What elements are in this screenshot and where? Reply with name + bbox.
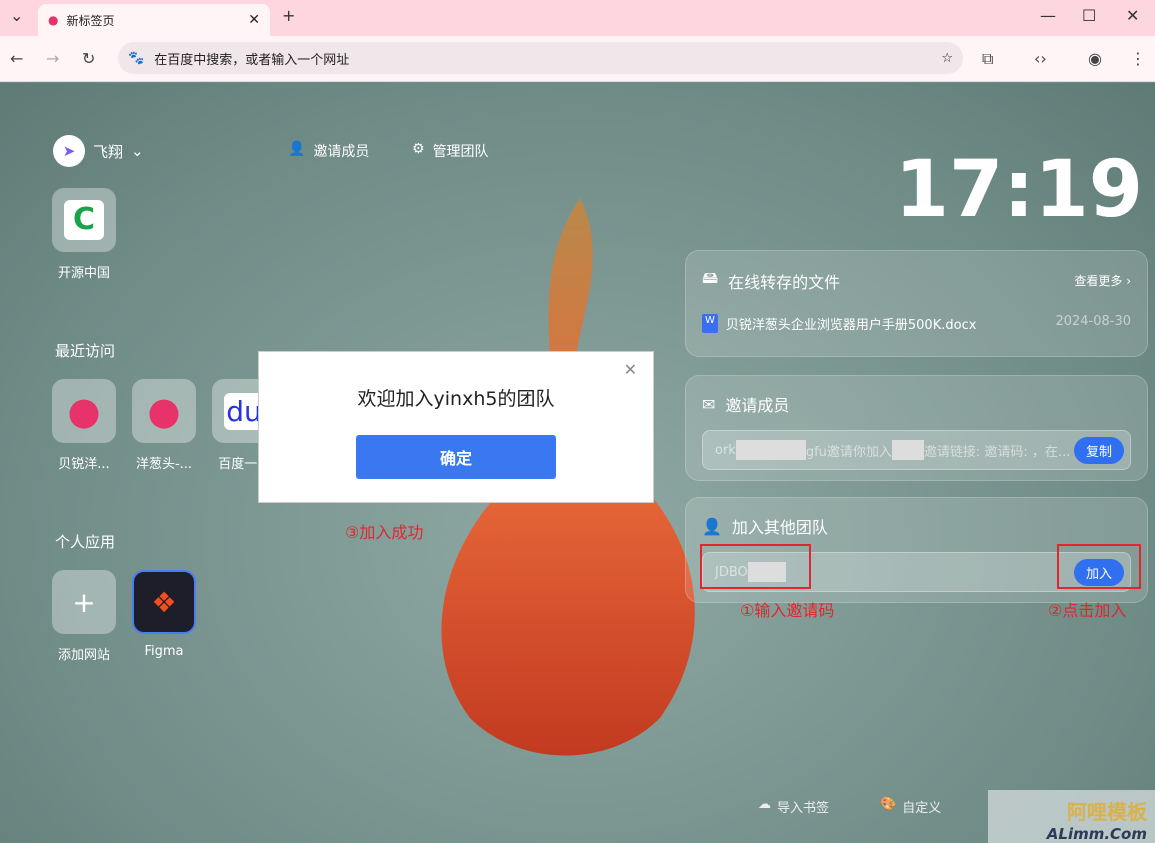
plus-icon: + — [72, 585, 96, 619]
invite-icon: ✉ — [702, 394, 716, 414]
recent-item[interactable]: ● 贝锐洋... — [52, 379, 116, 472]
recent-title: 最近访问 — [55, 342, 116, 360]
baidu-icon: 🐾 — [128, 50, 145, 66]
welcome-dialog: ✕ 欢迎加入yinxh5的团队 确定 — [258, 351, 654, 503]
view-more-label: 查看更多 — [1074, 274, 1123, 288]
cloud-upload-icon: ☁ — [758, 797, 771, 812]
drive-icon: 🖴 — [702, 268, 719, 287]
app-oschina[interactable]: C 开源中国 — [52, 188, 116, 281]
user-icon: 👤 — [288, 141, 306, 157]
add-site-button[interactable]: + 添加网站 — [52, 570, 116, 663]
manage-team-link[interactable]: ⚙ 管理团队 — [412, 141, 489, 161]
toolbar: ← → ↻ 🐾 在百度中搜索，或者输入一个网址 ☆ ⧉ ‹› ◉ ⋮ — [0, 36, 1155, 82]
annotation-step3: ③加入成功 — [345, 523, 424, 542]
back-icon[interactable]: ← — [10, 49, 23, 68]
close-tab-icon[interactable]: ✕ — [248, 12, 260, 28]
watermark-logo: 阿哩模板 ALimm.Com — [988, 790, 1155, 843]
tab-newtab[interactable]: ● 新标签页 ✕ — [38, 4, 270, 36]
copy-button[interactable]: 复制 — [1073, 436, 1124, 464]
user-name: 飞翔 — [93, 142, 124, 161]
files-title: 在线转存的文件 — [728, 272, 841, 292]
recent-item[interactable]: ● 洋葱头-... — [132, 379, 196, 472]
join-title: 加入其他团队 — [731, 518, 828, 537]
annotation-box-input — [700, 544, 811, 589]
invite-link-field[interactable]: ork gfu邀请你加入 邀请链接: 邀请码: ，在... 复制 — [702, 430, 1131, 470]
file-date: 2024-08-30 — [1055, 314, 1131, 329]
confirm-button[interactable]: 确定 — [356, 435, 556, 479]
annotation-box-join — [1057, 544, 1141, 589]
profile-icon[interactable]: ◉ — [1088, 49, 1102, 68]
address-bar[interactable]: 🐾 在百度中搜索，或者输入一个网址 ☆ — [118, 42, 963, 74]
app-label: 洋葱头-... — [135, 457, 193, 472]
app-label: 开源中国 — [57, 266, 110, 281]
figma-icon: ❖ — [151, 585, 177, 619]
watermark-cn: 阿哩模板 — [1067, 800, 1147, 824]
import-bookmarks-button[interactable]: ☁ 导入书签 — [758, 797, 829, 816]
reload-icon[interactable]: ↻ — [82, 49, 95, 68]
user-add-icon: 👤 — [702, 516, 722, 536]
forward-icon[interactable]: → — [46, 49, 59, 68]
tab-search-icon[interactable]: ⌄ — [10, 6, 23, 25]
customize-label: 自定义 — [902, 801, 942, 816]
oschina-icon: C — [64, 200, 104, 240]
invite-text: gfu邀请你加入 — [805, 444, 892, 460]
address-placeholder: 在百度中搜索，或者输入一个网址 — [154, 52, 350, 68]
invite-text: ork — [715, 442, 736, 458]
dialog-message: 欢迎加入yinxh5的团队 — [357, 388, 555, 410]
avatar: ➤ — [53, 135, 85, 167]
invite-text: 邀请链接: 邀请码: ，在... — [923, 444, 1071, 460]
invite-members-link[interactable]: 👤 邀请成员 — [288, 141, 369, 161]
chevron-down-icon: ⌄ — [131, 142, 144, 160]
app-label: 添加网站 — [57, 648, 110, 663]
view-more-link[interactable]: 查看更多 › — [1074, 272, 1131, 289]
close-icon[interactable]: ✕ — [624, 360, 637, 379]
palette-icon: 🎨 — [880, 797, 897, 812]
invite-card: ✉ 邀请成员 ork gfu邀请你加入 邀请链接: 邀请码: ，在... 复制 — [685, 375, 1148, 481]
browser-logo-icon: ● — [48, 13, 59, 27]
oray-icon: ● — [67, 389, 101, 433]
extensions-icon[interactable]: ⧉ — [982, 49, 993, 69]
word-doc-icon: W — [702, 314, 718, 333]
watermark-en: ALimm.Com — [1046, 825, 1147, 843]
invite-title: 邀请成员 — [725, 396, 790, 415]
app-label: 贝锐洋... — [58, 457, 110, 472]
files-card: 🖴 在线转存的文件 查看更多 › W 贝锐洋葱头企业浏览器用户手册500K.docx 2… — [685, 250, 1148, 357]
close-window-icon[interactable]: ✕ — [1126, 6, 1139, 25]
app-figma[interactable]: ❖ Figma — [132, 570, 196, 659]
tab-title: 新标签页 — [66, 13, 115, 28]
tab-bar: ⌄ ● 新标签页 ✕ + — ☐ ✕ — [0, 0, 1155, 36]
annotation-step1: ①输入邀请码 — [740, 601, 835, 620]
devtools-icon[interactable]: ‹› — [1034, 49, 1047, 68]
file-row[interactable]: W 贝锐洋葱头企业浏览器用户手册500K.docx 2024-08-30 — [702, 314, 1131, 333]
gear-icon: ⚙ — [412, 141, 425, 157]
maximize-icon[interactable]: ☐ — [1082, 6, 1096, 25]
team-switcher[interactable]: ➤ 飞翔 ⌄ — [53, 135, 144, 167]
redacted — [735, 440, 806, 460]
star-icon[interactable]: ☆ — [941, 51, 953, 66]
redacted — [891, 440, 924, 460]
import-label: 导入书签 — [777, 801, 830, 816]
invite-label: 邀请成员 — [313, 144, 370, 160]
menu-icon[interactable]: ⋮ — [1130, 49, 1146, 68]
oray-icon: ● — [147, 389, 181, 433]
clock: 17:19 — [894, 145, 1143, 235]
manage-label: 管理团队 — [432, 144, 489, 160]
new-tab-icon[interactable]: + — [282, 6, 295, 25]
personal-title: 个人应用 — [55, 533, 116, 551]
customize-button[interactable]: 🎨 自定义 — [880, 797, 941, 816]
minimize-icon[interactable]: — — [1040, 6, 1056, 25]
annotation-step2: ②点击加入 — [1048, 601, 1127, 620]
app-label: Figma — [144, 644, 184, 659]
file-name: 贝锐洋葱头企业浏览器用户手册500K.docx — [725, 318, 977, 333]
